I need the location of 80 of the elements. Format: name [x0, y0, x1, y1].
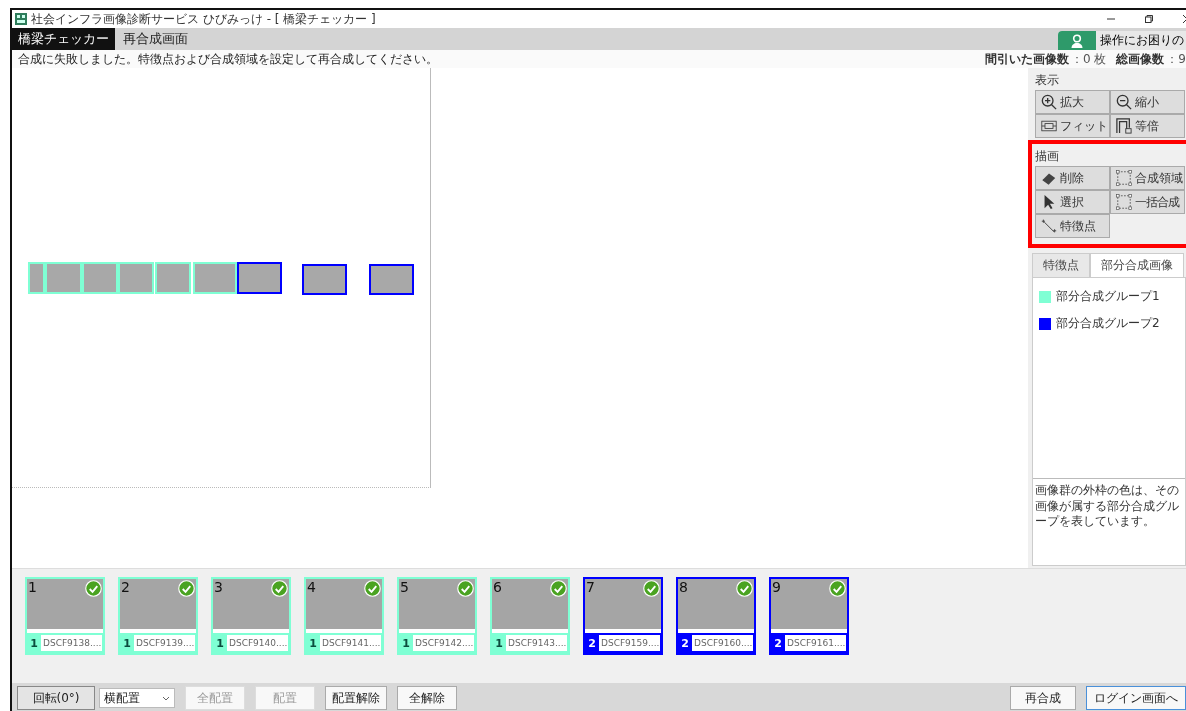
group-number: 1 [494, 636, 504, 650]
image-tile[interactable] [237, 262, 282, 294]
group-number: 1 [308, 636, 318, 650]
image-tile[interactable] [369, 264, 414, 295]
panel-tab[interactable]: 部分合成画像 [1090, 253, 1184, 277]
file-name: DSCF9161.... [785, 635, 846, 651]
group-name: 部分合成グループ1 [1056, 288, 1160, 305]
image-number: 5 [400, 579, 409, 595]
file-name: DSCF9142.... [413, 635, 474, 651]
count-value: ：0 枚 [1070, 50, 1107, 68]
dashed-square-icon [1116, 170, 1132, 186]
image-thumbnail[interactable]: 3 1 DSCF9140.... [211, 577, 291, 655]
file-name: DSCF9159.... [599, 635, 660, 651]
fit-icon [1041, 118, 1057, 134]
group-number: 1 [122, 636, 132, 650]
group-number: 1 [29, 636, 39, 650]
dashed-square-icon [1116, 194, 1132, 210]
image-thumbnail[interactable]: 1 1 DSCF9138.... [25, 577, 105, 655]
image-number: 9 [772, 579, 781, 595]
image-number: 8 [679, 579, 688, 595]
tool-button[interactable]: 一括合成 [1110, 190, 1185, 214]
image-thumbnail[interactable]: 8 2 DSCF9160.... [676, 577, 756, 655]
image-number: 1 [28, 579, 37, 595]
tool-button[interactable]: 特徴点 [1035, 214, 1110, 238]
toolbar-button[interactable]: 全解除 [397, 686, 457, 710]
count-label: 総画像数 [1116, 50, 1165, 68]
zoom-out-icon [1116, 94, 1132, 110]
help-button[interactable]: 操作にお困りの [1058, 31, 1186, 50]
tool-button[interactable]: 削除 [1035, 166, 1110, 190]
image-number: 6 [493, 579, 502, 595]
feature-point-icon [1041, 218, 1057, 234]
section-title: 描画 [1035, 148, 1060, 165]
image-number: 2 [121, 579, 130, 595]
restore-icon[interactable] [1144, 14, 1154, 24]
panel-tab[interactable]: 特徴点 [1032, 253, 1090, 277]
file-name: DSCF9140.... [227, 635, 288, 651]
rotate-button[interactable]: 回転(0°) [17, 686, 95, 710]
section-title: 表示 [1035, 72, 1060, 89]
tool-button[interactable]: 合成領域 [1110, 166, 1185, 190]
group-number: 2 [680, 636, 690, 650]
file-name: DSCF9139.... [134, 635, 195, 651]
zoom-in-icon [1041, 94, 1057, 110]
file-name: DSCF9143.... [506, 635, 567, 651]
toolbar-button[interactable]: ログイン画面へ [1086, 686, 1186, 710]
image-thumbnail[interactable]: 9 2 DSCF9161.... [769, 577, 849, 655]
actual-size-icon [1116, 118, 1132, 134]
image-number: 3 [214, 579, 223, 595]
tool-button[interactable]: 選択 [1035, 190, 1110, 214]
image-thumbnail[interactable]: 7 2 DSCF9159.... [583, 577, 663, 655]
status-message: 合成に失敗しました。特徴点および合成領域を設定して再合成してください。 [18, 50, 438, 68]
app-icon [15, 13, 27, 25]
group-number: 1 [401, 636, 411, 650]
tool-button[interactable]: 縮小 [1110, 90, 1185, 114]
person-icon [1070, 33, 1084, 48]
group-name: 部分合成グループ2 [1056, 315, 1160, 332]
layout-dropdown[interactable]: 横配置 [99, 688, 175, 708]
group-number: 1 [215, 636, 225, 650]
file-name: DSCF9160.... [692, 635, 753, 651]
image-number: 4 [307, 579, 316, 595]
count-value: ：9 [1166, 50, 1186, 68]
image-tile[interactable] [302, 264, 347, 295]
group-number: 2 [587, 636, 597, 650]
tool-button[interactable]: 拡大 [1035, 90, 1110, 114]
image-thumbnail[interactable]: 4 1 DSCF9141.... [304, 577, 384, 655]
count-label: 間引いた画像数 [984, 50, 1069, 68]
toolbar-button[interactable]: 配置解除 [325, 686, 387, 710]
image-thumbnail[interactable]: 6 1 DSCF9143.... [490, 577, 570, 655]
chevron-down-icon [162, 695, 170, 701]
image-number: 7 [586, 579, 595, 595]
tool-button[interactable]: 等倍 [1110, 114, 1185, 138]
tool-button[interactable]: フィット [1035, 114, 1110, 138]
group-number: 2 [773, 636, 783, 650]
image-thumbnail[interactable]: 2 1 DSCF9139.... [118, 577, 198, 655]
image-thumbnail[interactable]: 5 1 DSCF9142.... [397, 577, 477, 655]
file-name: DSCF9141.... [320, 635, 381, 651]
toolbar-button[interactable]: 再合成 [1010, 686, 1076, 710]
screen-title: 再合成画面 [122, 30, 189, 48]
file-name: DSCF9138.... [41, 635, 102, 651]
help-note: 画像群の外枠の色は、その画像が属する部分合成グループを表しています。 [1035, 483, 1180, 530]
window-title: 社会インフラ画像診断サービス ひびみっけ - [ 橋梁チェッカー ] [31, 10, 376, 28]
